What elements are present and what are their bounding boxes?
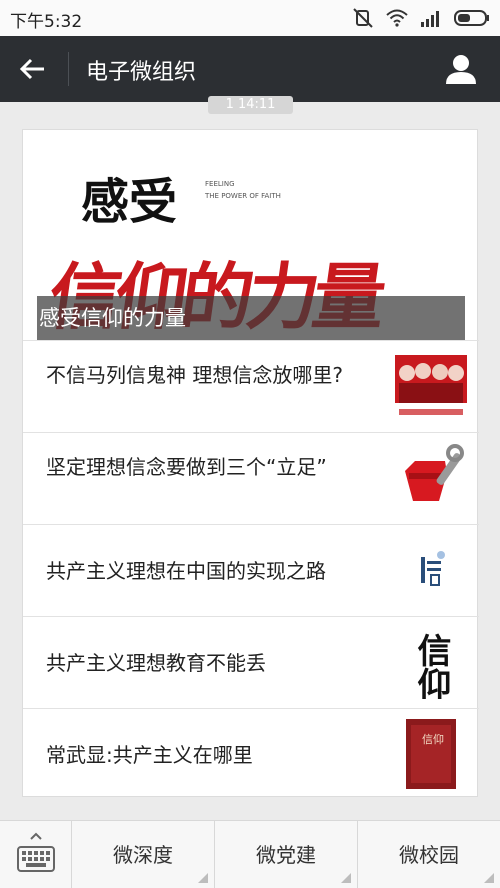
article-item-4[interactable]: 共产主义理想教育不能丢 信仰 <box>23 616 479 708</box>
bottom-menu-bar: 微深度 微党建 微校园 <box>0 820 500 888</box>
status-time: 下午5:32 <box>10 12 83 32</box>
submenu-corner-icon <box>484 873 494 883</box>
tab-wei-dangjian[interactable]: 微党建 <box>215 821 358 888</box>
keyboard-toggle-button[interactable] <box>0 821 72 888</box>
article-item-5[interactable]: 常武显:共产主义在哪里 信仰 <box>23 708 479 800</box>
thumbnail-text: 信仰 <box>411 633 451 699</box>
article-title: 不信马列信鬼神 理想信念放哪里? <box>46 363 343 387</box>
status-bar: 下午5:32 <box>0 0 500 36</box>
thumbnail-text: 信仰 <box>422 732 444 746</box>
article-item-1[interactable]: 不信马列信鬼神 理想信念放哪里? <box>23 340 479 432</box>
article-title: 坚定理想信念要做到三个“立足” <box>46 455 327 479</box>
cover-art-heading: 感受 <box>81 174 177 230</box>
tab-label: 微校园 <box>399 843 459 867</box>
profile-icon[interactable] <box>444 52 478 86</box>
article-card: 感受 FEELING THE POWER OF FAITH 信仰的力量 感受信仰… <box>22 129 479 800</box>
submenu-corner-icon <box>198 873 208 883</box>
tab-wei-xiaoyuan[interactable]: 微校园 <box>358 821 500 888</box>
tab-wei-shendu[interactable]: 微深度 <box>72 821 215 888</box>
battery-icon <box>454 10 489 26</box>
wifi-icon <box>386 9 408 27</box>
status-icons <box>352 8 490 28</box>
cover-art-sub-2: THE POWER OF FAITH <box>204 192 281 200</box>
article-thumbnail <box>395 535 467 607</box>
article-thumbnail: 信仰 <box>395 627 467 699</box>
keyboard-icon <box>17 832 55 872</box>
article-title: 常武显:共产主义在哪里 <box>46 743 253 767</box>
app-bar: 电子微组织 <box>0 36 500 102</box>
article-thumbnail: 信仰 <box>395 719 467 791</box>
back-arrow-icon[interactable] <box>16 52 50 86</box>
cover-title: 感受信仰的力量 <box>37 296 465 340</box>
tab-label: 微深度 <box>113 843 173 867</box>
mute-icon <box>353 8 373 28</box>
signal-icon <box>421 11 439 27</box>
cover-article[interactable]: 感受 FEELING THE POWER OF FAITH 信仰的力量 感受信仰… <box>37 144 465 340</box>
article-thumbnail <box>395 443 467 515</box>
page-title: 电子微组织 <box>86 60 197 85</box>
timestamp-pill: 1 14:11 <box>208 96 293 114</box>
article-title: 共产主义理想教育不能丢 <box>46 651 266 675</box>
app-bar-divider <box>68 52 69 86</box>
article-item-2[interactable]: 坚定理想信念要做到三个“立足” <box>23 432 479 524</box>
article-thumbnail <box>395 351 467 423</box>
submenu-corner-icon <box>341 873 351 883</box>
tab-label: 微党建 <box>256 843 316 867</box>
cover-art-sub-1: FEELING <box>205 180 235 188</box>
article-item-3[interactable]: 共产主义理想在中国的实现之路 <box>23 524 479 616</box>
article-title: 共产主义理想在中国的实现之路 <box>46 559 326 583</box>
